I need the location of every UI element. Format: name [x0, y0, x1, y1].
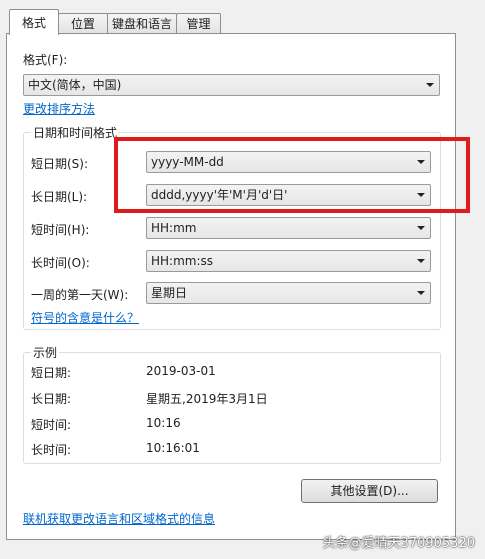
online-language-info-link[interactable]: 联机获取更改语言和区域格式的信息	[23, 510, 215, 527]
example-short-date-value: 2019-03-01	[146, 364, 216, 378]
format-select[interactable]: 中文(简体，中国)	[23, 74, 440, 96]
example-short-date-label: 短日期:	[31, 366, 72, 380]
watermark: 头条@爱晴天370905320	[322, 536, 475, 551]
chevron-down-icon	[417, 291, 425, 295]
first-day-select[interactable]: 星期日	[146, 282, 431, 304]
chevron-down-icon	[417, 259, 425, 263]
example-long-time-value: 10:16:01	[146, 441, 200, 455]
example-long-date-label: 长日期:	[31, 392, 72, 406]
long-time-select[interactable]: HH:mm:ss	[146, 250, 431, 272]
example-short-time-label: 短时间:	[31, 418, 72, 432]
example-long-time-label: 长时间:	[31, 443, 72, 457]
other-settings-button[interactable]: 其他设置(D)...	[301, 479, 438, 503]
long-date-label: 长日期(L):	[31, 190, 88, 204]
datetime-group-title: 日期和时间格式	[31, 124, 120, 141]
tab-location[interactable]: 位置	[58, 13, 108, 33]
short-time-value: HH:mm	[151, 221, 197, 235]
examples-group	[23, 352, 441, 464]
format-label: 格式(F):	[23, 53, 68, 67]
change-sort-link[interactable]: 更改排序方法	[23, 100, 95, 117]
tab-administrative[interactable]: 管理	[176, 13, 221, 33]
long-time-value: HH:mm:ss	[151, 254, 214, 268]
highlight-box	[114, 137, 470, 213]
symbols-meaning-link[interactable]: 符号的含意是什么？	[31, 309, 139, 326]
chevron-down-icon	[417, 226, 425, 230]
first-day-value: 星期日	[151, 286, 188, 300]
example-short-time-value: 10:16	[146, 416, 181, 430]
examples-group-title: 示例	[31, 344, 60, 361]
first-day-label: 一周的第一天(W):	[31, 288, 129, 302]
format-panel: 格式(F): 中文(简体，中国) 更改排序方法 日期和时间格式 短日期(S): …	[6, 33, 456, 540]
short-time-label: 短时间(H):	[31, 223, 90, 237]
short-time-select[interactable]: HH:mm	[146, 217, 431, 239]
chevron-down-icon	[426, 83, 434, 87]
short-date-label: 短日期(S):	[31, 157, 89, 171]
example-long-date-value: 星期五,2019年3月1日	[146, 392, 268, 406]
long-time-label: 长时间(O):	[31, 256, 90, 270]
format-select-value: 中文(简体，中国)	[28, 78, 122, 92]
tab-format[interactable]: 格式	[9, 9, 59, 35]
tab-keyboard-language[interactable]: 键盘和语言	[107, 13, 177, 33]
